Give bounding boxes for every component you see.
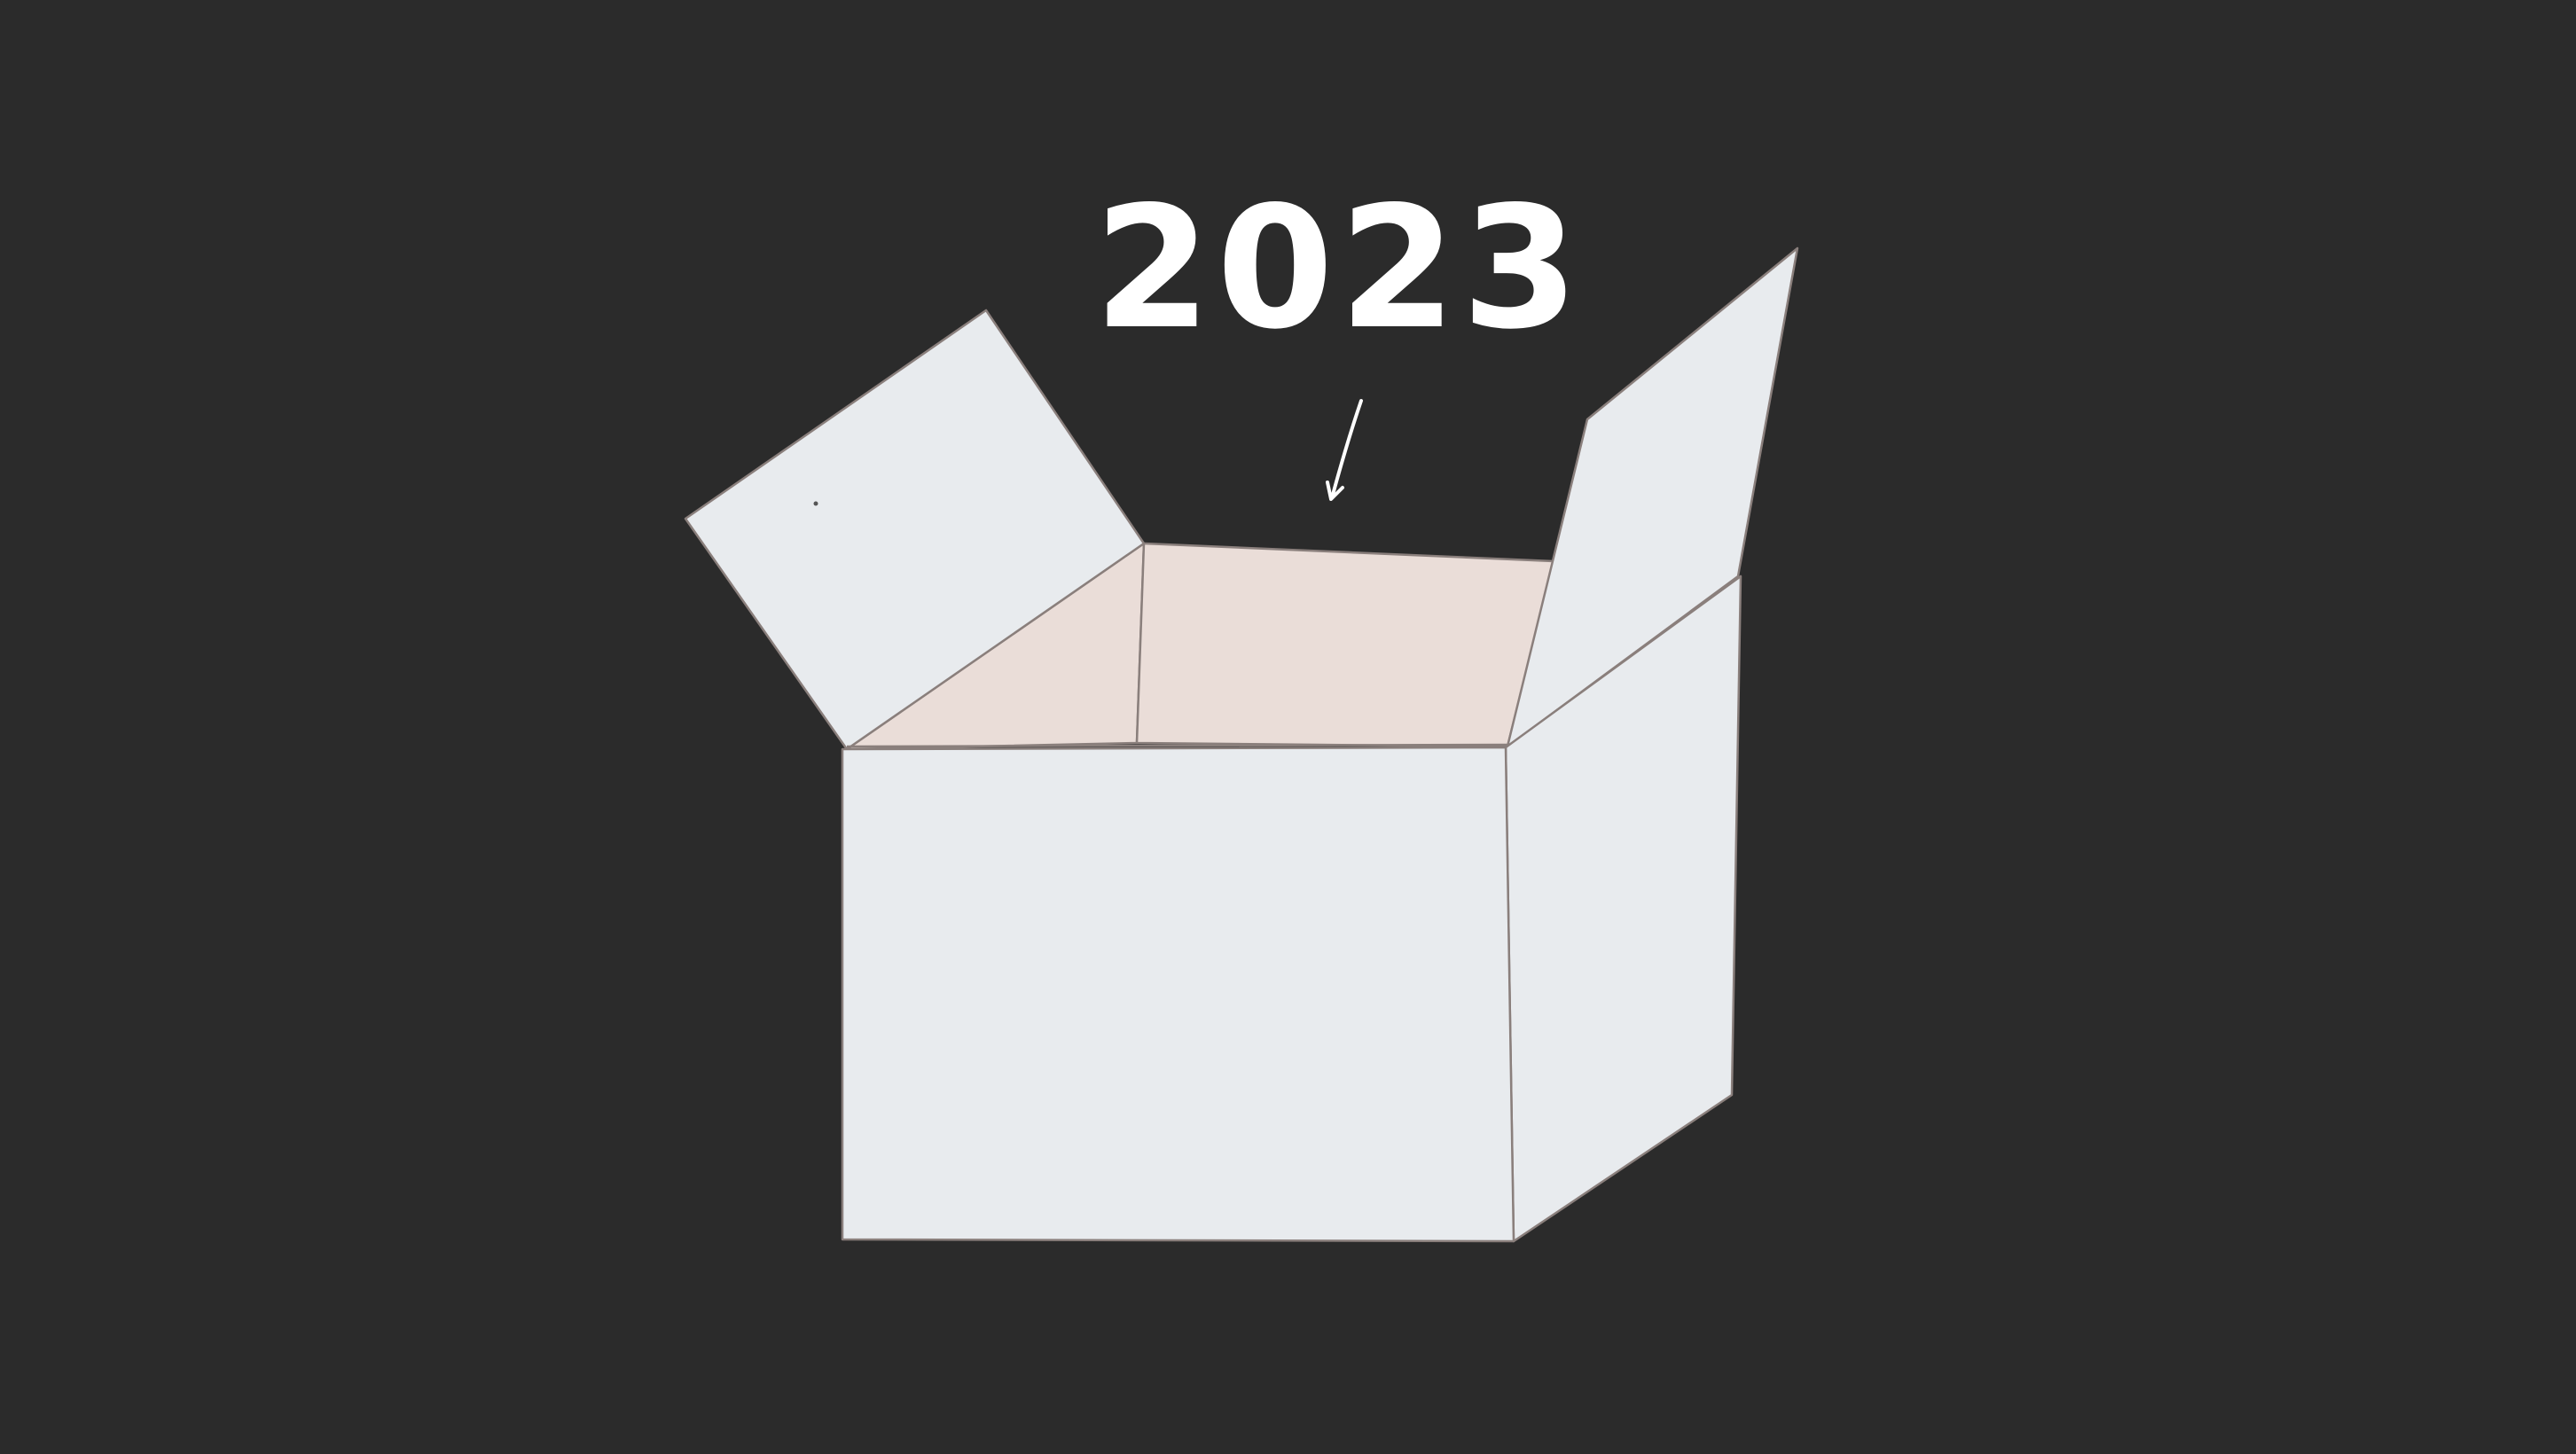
flap-dot bbox=[813, 501, 818, 506]
drawing-canvas: 2023 bbox=[0, 0, 2576, 1454]
arrow-down-icon bbox=[1326, 399, 1363, 501]
year-label: 2023 bbox=[1094, 170, 1585, 366]
box-interior-back-wall bbox=[1135, 542, 1555, 748]
box-front-face bbox=[841, 746, 1515, 1243]
drawing-svg: 2023 bbox=[684, 170, 1799, 1243]
